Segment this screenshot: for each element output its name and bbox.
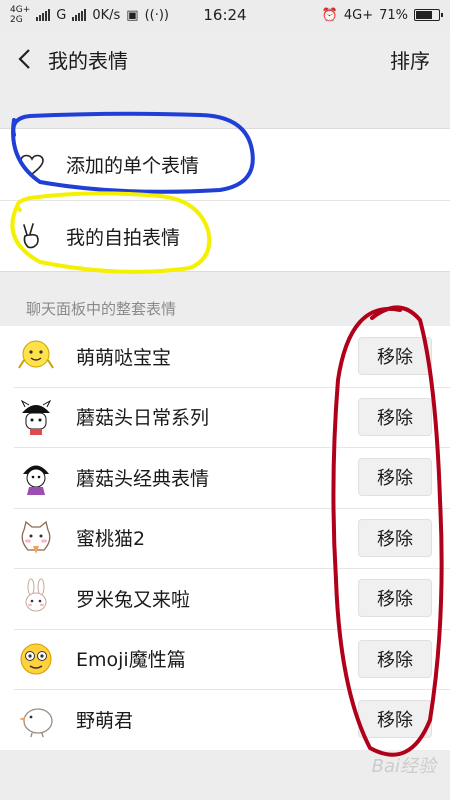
my-selfie-stickers-item[interactable]: 我的自拍表情 [0,200,450,271]
my-sticker-group: 添加的单个表情 我的自拍表情 [0,128,450,272]
section-title: 聊天面板中的整套表情 [26,299,177,318]
pack-name: 蘑菇头日常系列 [76,407,210,430]
title-bar: 我的表情 排序 [0,30,450,88]
peach-cat-icon [14,516,58,560]
list-item: 萌萌哒宝宝 移除 [0,326,450,387]
pack-name: Emoji魔性篇 [76,649,186,672]
notification-icon: ▣ [126,7,139,23]
status-bar: 4G+ 2G G 0K/s ▣ ((·)) 16:24 ⏰ 4G+ 71% [0,0,450,30]
remove-button[interactable]: 移除 [358,700,432,739]
list-item: 野萌君 移除 [0,689,450,750]
mushroom-head-daily-icon [14,395,58,439]
sticker-pack-list: 萌萌哒宝宝 移除 蘑菇头日常系列 移除 蘑菇头经典表情 移除 蜜桃猫2 移除 罗… [0,326,450,750]
network-type-right: 4G+ [343,7,374,23]
bird-icon [14,697,58,741]
battery-fill [416,11,432,19]
heart-icon [18,151,46,179]
list-item: 蜜桃猫2 移除 [0,507,450,569]
pack-name: 蜜桃猫2 [76,528,146,551]
signal-icon-2 [72,9,87,21]
battery-percent: 71% [379,7,408,23]
status-right: ⏰ 4G+ 71% [321,7,443,23]
network-type-left: 4G+ 2G [10,5,31,25]
pack-name: 蘑菇头经典表情 [76,467,210,490]
emoji-face-icon [14,637,58,681]
cute-baby-face-icon [14,334,58,378]
network-speed: 0K/s [92,7,121,23]
sort-button[interactable]: 排序 [390,45,430,74]
added-single-stickers-item[interactable]: 添加的单个表情 [0,129,450,200]
alarm-icon: ⏰ [321,7,338,23]
chevron-left-icon [18,49,30,69]
pack-name: 罗米兔又来啦 [76,588,191,611]
remove-button[interactable]: 移除 [358,518,432,557]
remove-button[interactable]: 移除 [358,458,432,497]
list-item: Emoji魔性篇 移除 [0,628,450,690]
pack-name: 萌萌哒宝宝 [76,346,172,369]
list-item: 蘑菇头日常系列 移除 [0,386,450,448]
list-item: 蘑菇头经典表情 移除 [0,447,450,508]
remove-button[interactable]: 移除 [358,639,432,678]
mushroom-head-classic-icon [14,455,58,499]
remove-button[interactable]: 移除 [358,337,432,376]
list-item: 罗米兔又来啦 移除 [0,568,450,629]
page-title: 我的表情 [48,48,128,73]
watermark: Bai经验 [371,756,436,777]
remove-button[interactable]: 移除 [358,579,432,618]
carrier-label: G [56,7,67,23]
remove-button[interactable]: 移除 [358,397,432,436]
status-left: 4G+ 2G G 0K/s ▣ ((·)) [10,5,169,25]
back-button[interactable] [0,30,48,88]
row-label: 添加的单个表情 [66,155,200,177]
pack-name: 野萌君 [76,709,134,732]
battery-icon [414,9,443,21]
rabbit-icon [14,576,58,620]
peace-hand-icon [18,222,46,250]
signal-icon [36,9,51,21]
wifi-icon: ((·)) [144,7,169,23]
row-label: 我的自拍表情 [66,226,181,249]
